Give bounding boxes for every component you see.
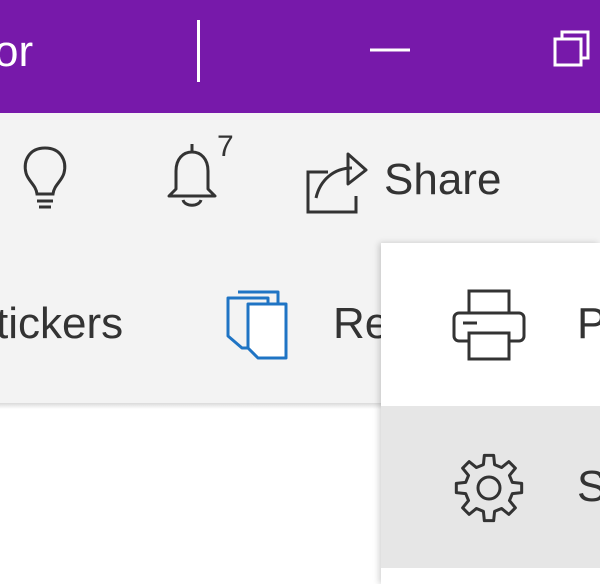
lightbulb-icon [10, 140, 80, 220]
stickers-button[interactable]: tickers [0, 296, 123, 352]
tips-button[interactable] [10, 140, 80, 220]
share-label: Share [384, 155, 502, 204]
title-bar: or [0, 0, 600, 113]
gear-outline [454, 453, 524, 523]
more-options-menu: P S [381, 243, 600, 584]
menu-item-settings[interactable]: S [381, 406, 600, 568]
gear-teeth [454, 453, 524, 523]
minimize-button[interactable] [345, 12, 435, 92]
menu-item-print-label: P [577, 299, 600, 348]
gear-icon [451, 450, 527, 526]
restore-icon [526, 12, 600, 92]
gear-svg [454, 453, 524, 523]
app-title: or [0, 27, 34, 76]
minimize-icon [345, 12, 435, 92]
restore-button[interactable] [526, 12, 600, 92]
menu-item-settings-label: S [577, 462, 600, 511]
title-separator [197, 20, 200, 82]
printer-icon [451, 287, 527, 363]
menu-item-print[interactable]: P [381, 243, 600, 405]
notification-count-badge: 7 [217, 130, 234, 163]
reading-button[interactable] [224, 286, 294, 362]
books-icon [224, 286, 294, 362]
